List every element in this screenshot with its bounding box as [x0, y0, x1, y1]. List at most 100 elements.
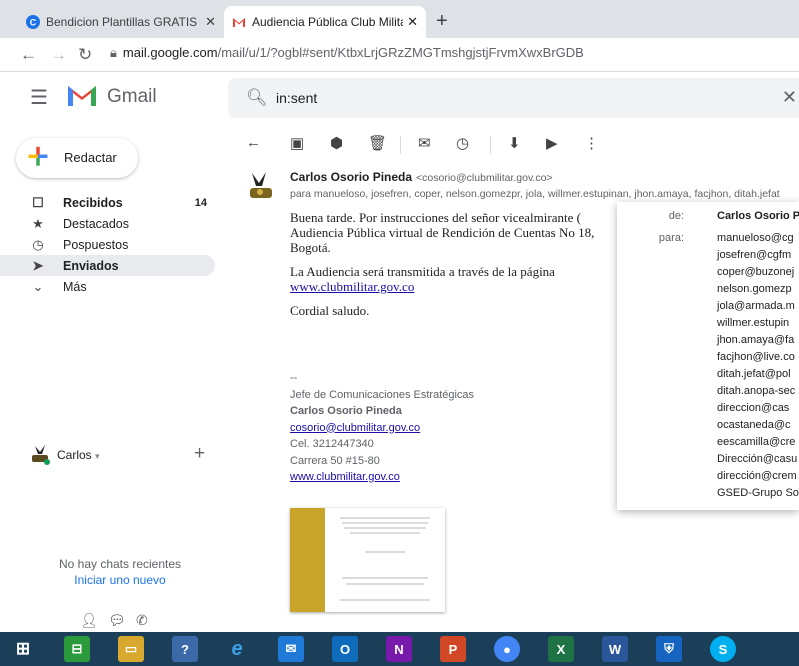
outlook-icon[interactable]: O — [332, 636, 358, 662]
security-shield-icon[interactable]: ⛨ — [656, 636, 682, 662]
no-chats-text: No hay chats recientes — [58, 557, 182, 571]
search-icon[interactable]: 🔍︎ — [246, 88, 268, 108]
gmail-logo-icon[interactable] — [66, 82, 98, 108]
to-recipient[interactable]: jola@armada.m — [717, 300, 795, 312]
mail-app-icon[interactable]: ✉ — [278, 636, 304, 662]
signature-address: Carrera 50 #15-80 — [290, 454, 380, 467]
to-recipient[interactable]: ditah.jefat@pol — [717, 368, 791, 380]
mark-unread-icon[interactable]: ✉ — [418, 134, 431, 152]
store-app-icon[interactable]: ⊟ — [64, 636, 90, 662]
browser-tab-bar: C Bendicion Plantillas GRATIS - Pla ✕ Au… — [0, 0, 799, 38]
to-recipient[interactable]: ocastaneda@c — [717, 419, 791, 431]
internet-explorer-icon[interactable]: e — [224, 636, 250, 662]
attachment-preview-icon — [340, 517, 430, 601]
close-tab-icon[interactable]: ✕ — [205, 14, 216, 30]
onenote-icon[interactable]: N — [386, 636, 412, 662]
sidebar-nav: ☐ Recibidos 14 ★ Destacados ◷ Pospuestos… — [0, 192, 215, 297]
sidebar-item-label: Más — [63, 279, 87, 294]
to-recipient[interactable]: manueloso@cg — [717, 232, 794, 244]
to-recipient[interactable]: coper@buzonej — [717, 266, 794, 278]
body-paragraph: La Audiencia será transmitida a través d… — [290, 264, 555, 294]
delete-icon[interactable]: 🗑︎ — [368, 134, 387, 152]
help-app-icon[interactable]: ? — [172, 636, 198, 662]
to-recipient[interactable]: josefren@cgfm — [717, 249, 791, 261]
signature-email-link[interactable]: cosorio@clubmilitar.gov.co — [290, 422, 420, 434]
report-spam-icon[interactable]: ⬢ — [330, 134, 343, 152]
back-to-list-icon[interactable]: ← — [246, 134, 261, 151]
search-input[interactable]: in:sent — [276, 90, 317, 106]
to-recipient[interactable]: Dirección@casu — [717, 453, 797, 465]
add-chat-icon[interactable]: + — [194, 443, 205, 465]
person-icon[interactable]: 👤︎ — [80, 612, 98, 629]
to-recipient[interactable]: jhon.amaya@fa — [717, 334, 794, 346]
start-new-chat-link[interactable]: Iniciar uno nuevo — [30, 573, 210, 587]
sidebar-item-starred[interactable]: ★ Destacados — [0, 213, 215, 234]
signature-role: Jefe de Comunicaciones Estratégicas — [290, 388, 475, 401]
signature-web-link[interactable]: www.clubmilitar.gov.co — [290, 471, 400, 483]
sidebar-item-inbox[interactable]: ☐ Recibidos 14 — [0, 192, 215, 213]
search-bar[interactable]: 🔍︎ in:sent ✕ — [228, 78, 799, 118]
excel-icon[interactable]: X — [548, 636, 574, 662]
to-recipient[interactable]: dirección@crem — [717, 470, 797, 482]
back-arrow-icon[interactable]: ← — [20, 45, 37, 65]
hangouts-footer: 👤︎ 💬︎ ✆ — [70, 612, 170, 632]
to-recipient[interactable]: ditah.anopa-sec — [717, 385, 795, 397]
to-recipient[interactable]: nelson.gomezp — [717, 283, 792, 295]
lock-icon: 🔒︎ — [110, 45, 117, 60]
sidebar-item-snoozed[interactable]: ◷ Pospuestos — [0, 234, 215, 255]
to-label: para: — [658, 232, 684, 244]
to-recipient[interactable]: facjhon@live.co — [717, 351, 795, 363]
chat-bubble-icon[interactable]: 💬︎ — [108, 612, 126, 629]
snooze-icon[interactable]: ◷ — [456, 134, 469, 152]
main-menu-icon[interactable]: ☰ — [30, 85, 48, 110]
clear-search-icon[interactable]: ✕ — [782, 87, 797, 108]
forward-arrow-icon[interactable]: → — [50, 45, 67, 65]
send-icon: ➤ — [32, 257, 44, 273]
sender-name: Carlos Osorio Pineda — [290, 170, 413, 184]
reload-icon[interactable]: ↻ — [78, 45, 92, 65]
move-to-icon[interactable]: ⬇ — [508, 134, 521, 152]
archive-icon[interactable]: ▣ — [290, 134, 304, 152]
sender-line: Carlos Osorio Pineda <cosorio@clubmilitar… — [290, 170, 553, 184]
compose-button[interactable]: Redactar — [16, 138, 138, 178]
compose-label: Redactar — [64, 150, 117, 165]
unread-count: 14 — [194, 196, 207, 209]
close-tab-icon[interactable]: ✕ — [407, 14, 418, 30]
attachment-image[interactable] — [290, 508, 445, 612]
to-recipient[interactable]: GSED-Grupo So — [717, 487, 799, 499]
sidebar-item-label: Enviados — [63, 258, 119, 273]
gmail-product-name: Gmail — [107, 86, 157, 107]
sender-avatar[interactable] — [244, 170, 276, 202]
toolbar-divider — [490, 136, 491, 154]
sidebar-item-sent[interactable]: ➤ Enviados — [0, 255, 215, 276]
label-icon[interactable]: ▶ — [546, 134, 558, 152]
browser-tab-bendicion[interactable]: C Bendicion Plantillas GRATIS - Pla ✕ — [18, 6, 224, 38]
recipients-line[interactable]: para manueloso, josefren, coper, nelson.… — [290, 188, 799, 200]
powerpoint-icon[interactable]: P — [440, 636, 466, 662]
to-recipient[interactable]: eescamilla@cre — [717, 436, 795, 448]
tab-title: Bendicion Plantillas GRATIS - Pla — [46, 15, 201, 29]
skype-icon[interactable]: S — [710, 636, 736, 662]
windows-start-icon[interactable]: ⊞ — [10, 636, 36, 662]
more-options-icon[interactable]: ⋮ — [584, 134, 599, 152]
to-recipient[interactable]: direccion@cas — [717, 402, 789, 414]
sidebar-item-more[interactable]: ⌄ Más — [0, 276, 215, 297]
phone-icon[interactable]: ✆ — [136, 612, 148, 629]
url-field[interactable]: 🔒︎ mail.google.com/mail/u/1/?ogbl#sent/Kt… — [110, 45, 584, 61]
file-explorer-icon[interactable]: ▭ — [118, 636, 144, 662]
sidebar-item-label: Recibidos — [63, 195, 123, 210]
message-toolbar: ← ▣ ⬢ 🗑︎ ✉ ◷ ⬇ ▶ ⋮ — [240, 132, 799, 158]
chrome-icon[interactable]: ● — [494, 636, 520, 662]
signature-name: Carlos Osorio Pineda — [290, 405, 402, 417]
website-link[interactable]: www.clubmilitar.gov.co — [290, 279, 414, 294]
to-recipient[interactable]: willmer.estupin — [717, 317, 789, 329]
hangouts-user[interactable]: Carlos ▾ + — [30, 443, 220, 473]
message-body: Buena tarde. Por instrucciones del señor… — [290, 210, 630, 327]
browser-tab-gmail[interactable]: Audiencia Pública Club Militar - c ✕ — [224, 6, 426, 38]
recipients-details-popup: de: Carlos Osorio P para: manueloso@cg jo… — [617, 202, 799, 510]
hangouts-username: Carlos ▾ — [57, 448, 100, 462]
new-tab-button[interactable]: + — [436, 10, 448, 33]
gmail-favicon-icon — [233, 18, 245, 27]
site-favicon-icon: C — [26, 15, 40, 29]
word-icon[interactable]: W — [602, 636, 628, 662]
